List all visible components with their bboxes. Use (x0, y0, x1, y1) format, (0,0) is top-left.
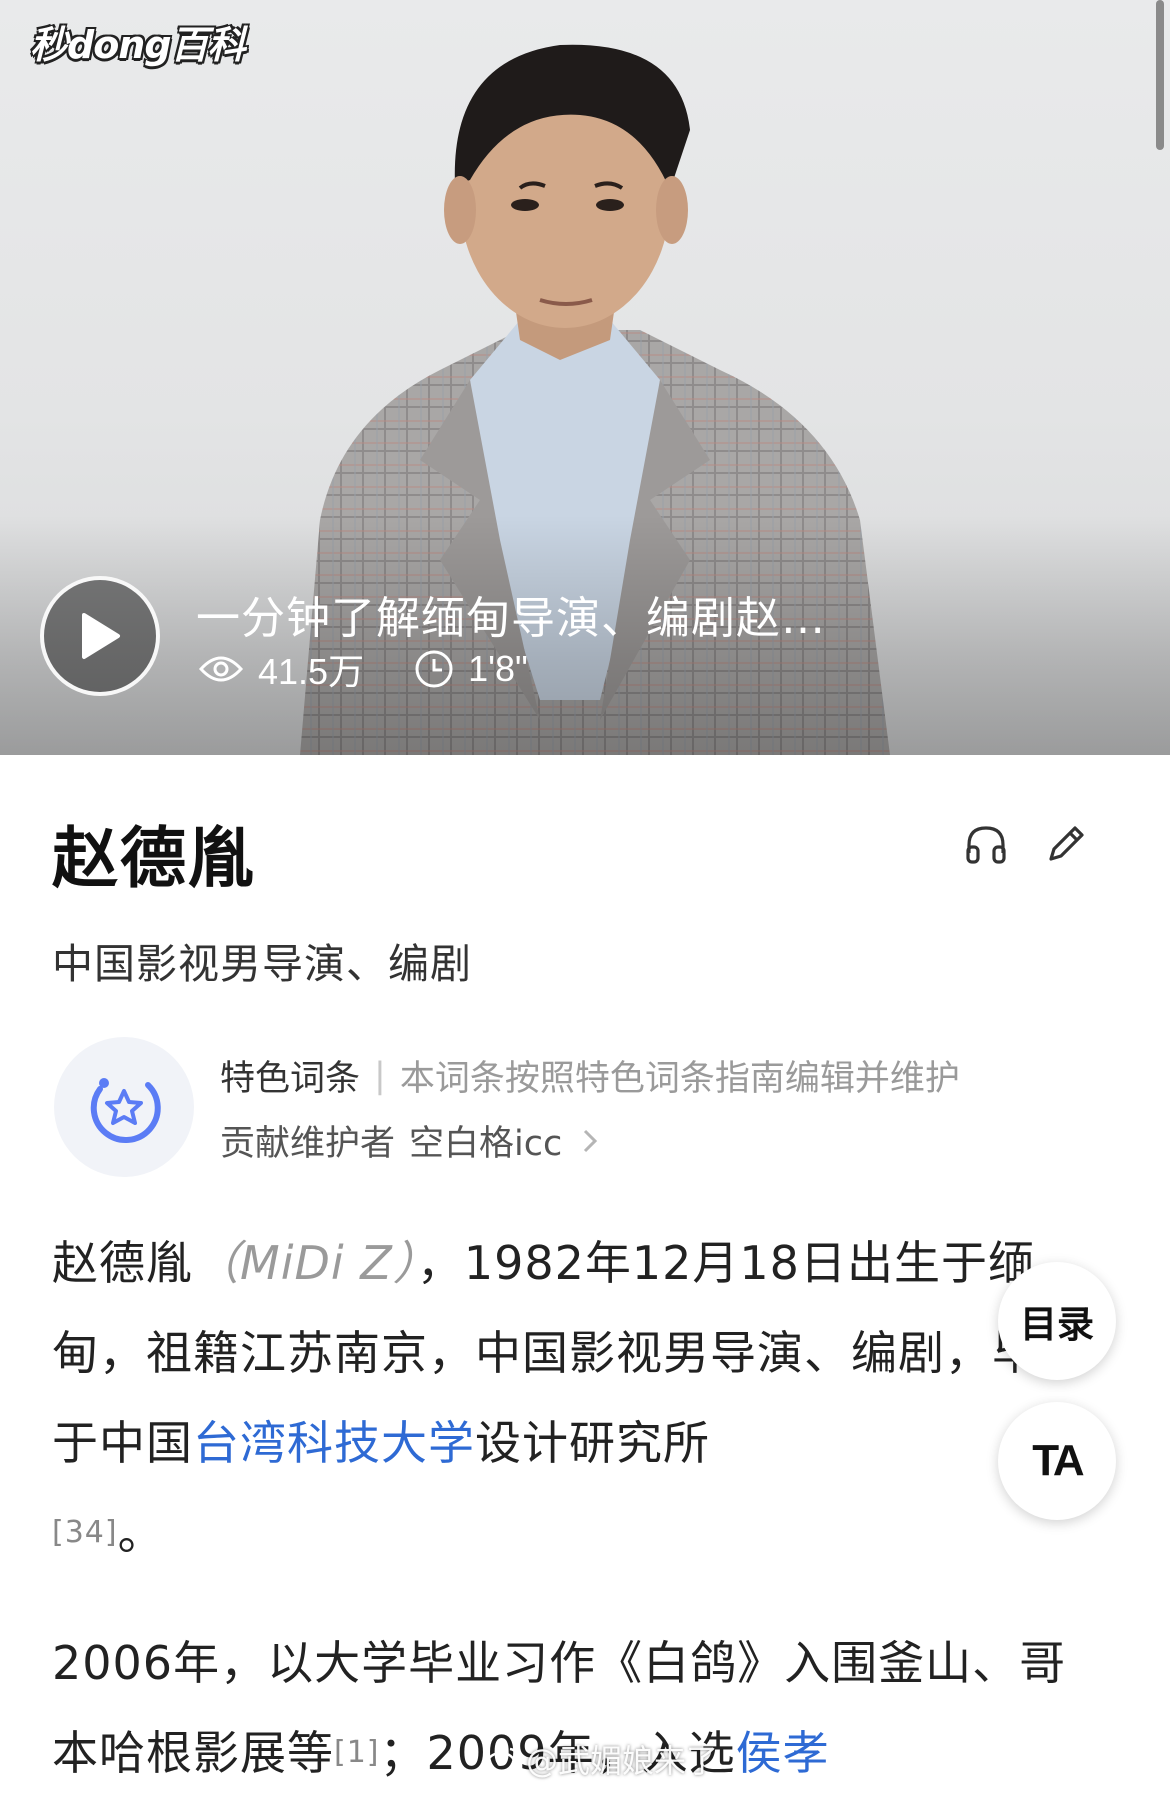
weibo-icon (486, 1747, 519, 1773)
intro-text-2: 设计研究所 (475, 1416, 710, 1470)
video-player[interactable]: 秒dong百科 一分钟了解缅甸导演、编剧赵… 41.5万 1'8" (0, 0, 1170, 755)
title-actions (964, 822, 1088, 866)
watermark: @武媚娘来了 (486, 1736, 718, 1782)
play-button[interactable] (40, 576, 160, 696)
view-count: 41.5万 (198, 643, 364, 695)
duration: 1'8" (414, 648, 528, 690)
feature-info: 特色词条 | 本词条按照特色词条指南编辑并维护 (220, 1050, 960, 1101)
hou-link[interactable]: 侯孝 (736, 1726, 830, 1780)
star-badge-icon (90, 1078, 161, 1143)
maintainer-link[interactable]: 贡献维护者 空白格icc (220, 1115, 600, 1166)
brand-logo: 秒dong百科 (30, 23, 246, 67)
view-count-value: 41.5万 (258, 651, 365, 692)
maintainer-label: 贡献维护者 (220, 1124, 396, 1164)
intro-paragraph: 赵德胤（MiDi Z），1982年12月18日出生于缅甸，祖籍江苏南京，中国影视… (52, 1218, 1112, 1578)
chevron-right-icon (584, 1129, 598, 1152)
toc-button[interactable]: 目录 (998, 1262, 1116, 1380)
citation-link[interactable]: [1] (334, 1735, 380, 1770)
video-title[interactable]: 一分钟了解缅甸导演、编剧赵… (196, 582, 826, 646)
video-meta: 41.5万 1'8" (198, 643, 578, 695)
university-link[interactable]: 台湾科技大学 (193, 1416, 475, 1470)
page-title: 赵德胤 (52, 820, 256, 897)
scrollbar-thumb[interactable] (1156, 0, 1164, 150)
listen-button[interactable] (964, 822, 1008, 866)
play-icon (82, 613, 120, 659)
maintainer-name: 空白格icc (409, 1124, 563, 1164)
alias-text: （MiDi Z） (193, 1236, 417, 1290)
pencil-icon (1049, 826, 1084, 861)
ta-button[interactable]: TA (998, 1402, 1116, 1520)
headphones-icon (966, 826, 1006, 864)
feature-description: 本词条按照特色词条指南编辑并维护 (399, 1059, 960, 1099)
person-name: 赵德胤 (52, 1236, 193, 1290)
eye-icon (198, 656, 244, 682)
watermark-text: @武媚娘来了 (526, 1742, 719, 1780)
citation-link[interactable]: [34] (52, 1515, 118, 1550)
clock-icon (415, 650, 453, 688)
duration-value: 1'8" (468, 648, 528, 689)
feature-badge (54, 1037, 194, 1177)
edit-button[interactable] (1044, 822, 1088, 866)
feature-label: 特色词条 (220, 1059, 361, 1099)
period: 。 (117, 1506, 165, 1560)
entry-subtitle: 中国影视男导演、编剧 (52, 940, 472, 988)
divider: | (374, 1055, 386, 1096)
